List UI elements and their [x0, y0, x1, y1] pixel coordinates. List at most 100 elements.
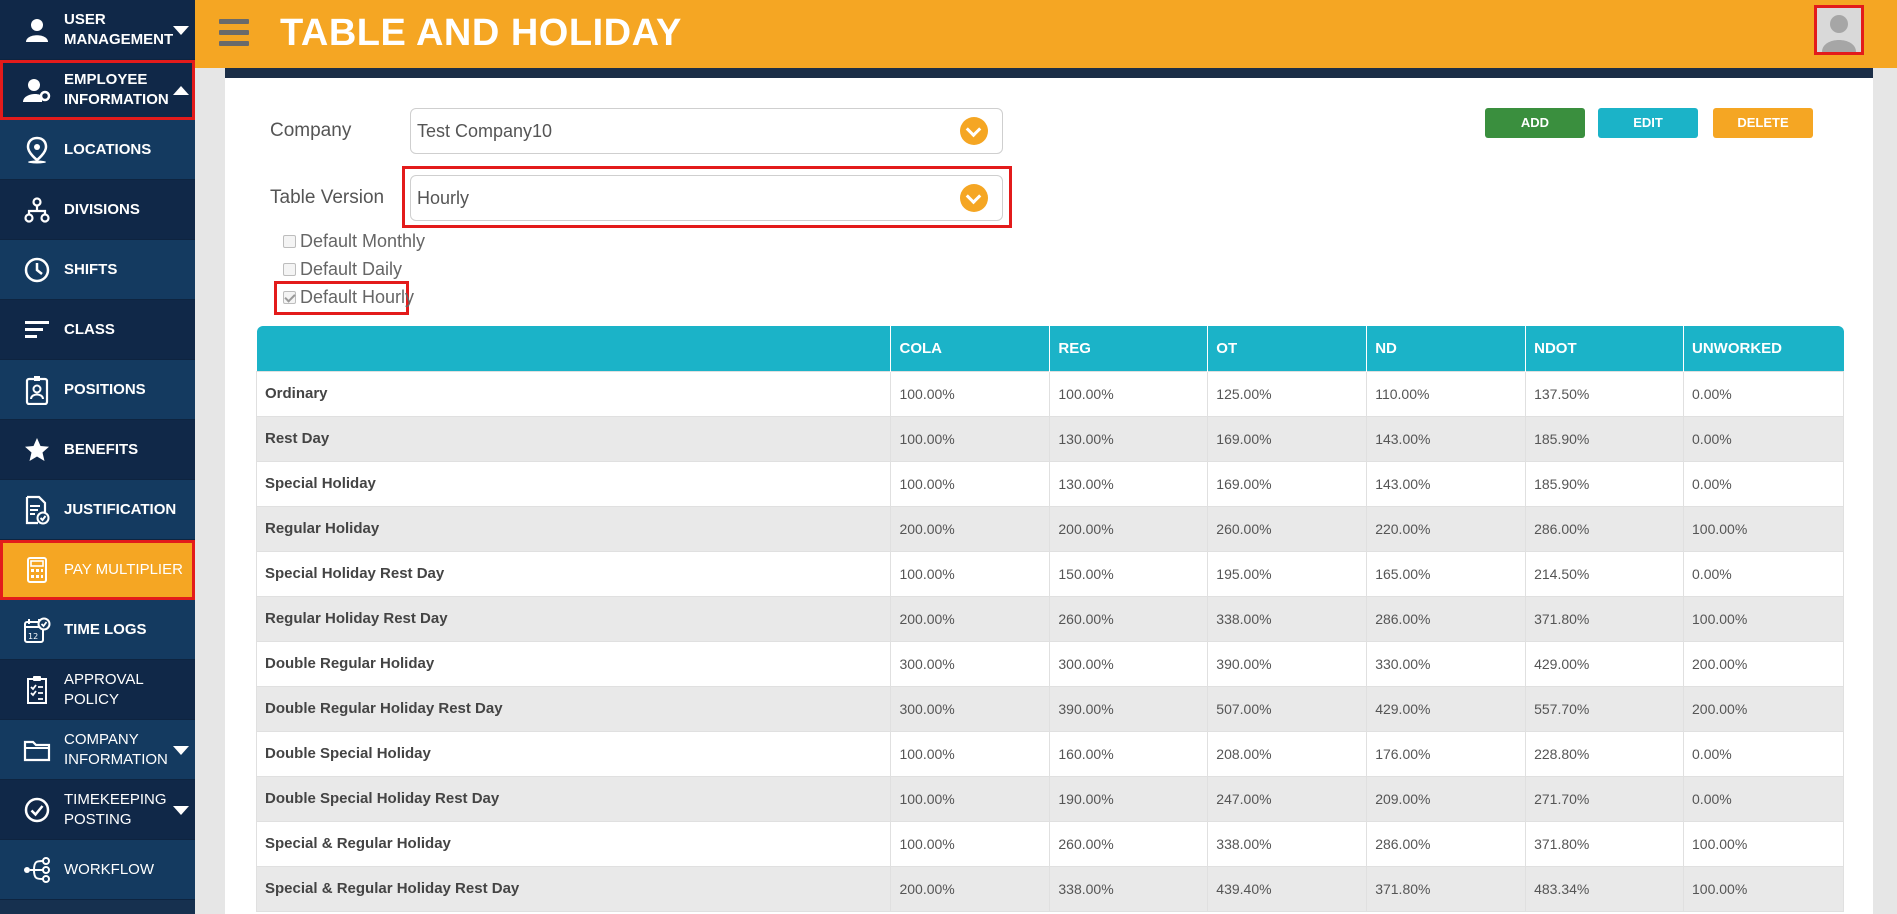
sidebar-item-benefits[interactable]: BENEFITS — [0, 420, 195, 480]
table-row[interactable]: Rest Day 100.00% 130.00% 169.00% 143.00% 185.… — [255, 415, 1844, 462]
add-button[interactable]: ADD — [1485, 108, 1585, 138]
sidebar-item-label: TIMEKEEPING POSTING — [64, 790, 167, 828]
sidebar-item-locations[interactable]: LOCATIONS — [0, 120, 195, 180]
default-monthly-checkbox[interactable] — [283, 235, 296, 248]
default-hourly-checkbox-row[interactable]: Default Hourly — [283, 287, 414, 308]
table-header-row: COLA REG OT ND NDOT UNWORKED — [256, 326, 1844, 371]
table-row[interactable]: Special Holiday Rest Day 100.00% 150.00% 19… — [255, 550, 1844, 597]
star-icon — [22, 435, 52, 465]
row-name-cell: Special Holiday Rest Day — [255, 550, 892, 597]
table-cell: 100.00% — [890, 550, 1051, 597]
table-version-select[interactable]: Hourly — [410, 175, 1003, 221]
sidebar-item-shifts[interactable]: SHIFTS — [0, 240, 195, 300]
table-cell: 286.00% — [1366, 820, 1527, 867]
default-daily-checkbox[interactable] — [283, 263, 296, 276]
chevron-down-icon[interactable] — [960, 117, 988, 145]
user-avatar[interactable] — [1814, 5, 1864, 55]
chevron-up-icon — [173, 85, 189, 95]
sidebar-item-workflow[interactable]: WORKFLOW — [0, 840, 195, 900]
table-cell: 429.00% — [1525, 640, 1685, 687]
table-row[interactable]: Double Regular Holiday 300.00% 300.00% 390.… — [255, 640, 1844, 687]
sidebar-item-timekeeping-posting[interactable]: TIMEKEEPING POSTING — [0, 780, 195, 840]
table-cell: 260.00% — [1049, 595, 1209, 642]
table-cell: 143.00% — [1366, 460, 1527, 507]
edit-button[interactable]: EDIT — [1598, 108, 1698, 138]
table-cell: 100.00% — [890, 415, 1051, 462]
sidebar-item-positions[interactable]: POSITIONS — [0, 360, 195, 420]
sidebar-item-label: BENEFITS — [64, 440, 139, 458]
table-row[interactable]: Ordinary 100.00% 100.00% 125.00% 110.00% 137.… — [255, 370, 1844, 417]
table-cell: 160.00% — [1049, 730, 1209, 777]
table-cell: 260.00% — [1049, 820, 1209, 867]
sidebar-item-label: PAY MULTIPLIER — [64, 560, 183, 578]
row-name-cell: Special Holiday — [255, 460, 892, 507]
page-title: TABLE AND HOLIDAY — [280, 12, 682, 54]
table-cell: 200.00% — [1683, 640, 1844, 687]
table-cell: 100.00% — [890, 460, 1051, 507]
sidebar-item-label: JUSTIFICATION — [64, 500, 177, 518]
default-hourly-label: Default Hourly — [300, 287, 415, 307]
sidebar-item-divisions[interactable]: DIVISIONS — [0, 180, 195, 240]
table-cell: 209.00% — [1366, 775, 1527, 822]
table-cell: 130.00% — [1049, 460, 1209, 507]
sidebar-item-user-management[interactable]: USER MANAGEMENT — [0, 0, 195, 60]
sidebar-item-time-logs[interactable]: 12 TIME LOGS — [0, 600, 195, 660]
hierarchy-icon — [22, 195, 52, 225]
table-cell: 100.00% — [1683, 595, 1844, 642]
default-monthly-checkbox-row[interactable]: Default Monthly — [283, 231, 425, 252]
table-row[interactable]: Special Holiday 100.00% 130.00% 169.00% 143.… — [255, 460, 1844, 507]
hamburger-menu-icon[interactable] — [219, 19, 249, 47]
sidebar-item-label: WORKFLOW — [64, 860, 154, 878]
table-row[interactable]: Special & Regular Holiday Rest Day 200.00… — [255, 865, 1844, 912]
table-cell: 208.00% — [1207, 730, 1368, 777]
sidebar-item-label: APPROVAL POLICY — [64, 670, 144, 708]
table-cell: 214.50% — [1525, 550, 1685, 597]
clock-icon — [22, 255, 52, 285]
check-circle-icon — [22, 795, 52, 825]
table-cell: 0.00% — [1683, 775, 1844, 822]
id-badge-icon — [22, 375, 52, 405]
sidebar-item-company-information[interactable]: COMPANY INFORMATION — [0, 720, 195, 780]
approval-list-icon — [22, 675, 52, 705]
chevron-down-icon — [173, 745, 189, 755]
top-header: TABLE AND HOLIDAY — [195, 0, 1897, 68]
company-select[interactable]: Test Company10 — [410, 108, 1003, 154]
sidebar-item-approval-policy[interactable]: APPROVAL POLICY — [0, 660, 195, 720]
column-header-ndot: NDOT — [1525, 326, 1685, 371]
table-cell: 200.00% — [1683, 685, 1844, 732]
table-row[interactable]: Double Special Holiday Rest Day 100.00% 19… — [255, 775, 1844, 822]
row-name-cell: Double Regular Holiday — [255, 640, 892, 687]
table-cell: 185.90% — [1525, 415, 1685, 462]
table-row[interactable]: Regular Holiday 200.00% 200.00% 260.00% 220.… — [255, 505, 1844, 552]
row-name-cell: Rest Day — [255, 415, 892, 462]
sidebar-item-employee-information[interactable]: EMPLOYEE INFORMATION — [0, 60, 195, 120]
table-row[interactable]: Regular Holiday Rest Day 200.00% 260.00% 33… — [255, 595, 1844, 642]
table-cell: 228.80% — [1525, 730, 1685, 777]
sidebar-item-label: SHIFTS — [64, 260, 118, 278]
table-version-select-value: Hourly — [417, 188, 470, 208]
table-row[interactable]: Special & Regular Holiday 100.00% 260.00% 3… — [255, 820, 1844, 867]
svg-text:12: 12 — [28, 632, 38, 641]
table-cell: 100.00% — [890, 730, 1051, 777]
table-cell: 0.00% — [1683, 415, 1844, 462]
sidebar-item-class[interactable]: CLASS — [0, 300, 195, 360]
table-cell: 300.00% — [890, 640, 1051, 687]
row-name-cell: Double Special Holiday — [255, 730, 892, 777]
sidebar-item-label: TIME LOGS — [64, 620, 147, 638]
chevron-down-icon[interactable] — [960, 184, 988, 212]
default-monthly-label: Default Monthly — [300, 231, 426, 251]
default-hourly-checkbox[interactable] — [283, 291, 296, 304]
sidebar-item-pay-multiplier[interactable]: PAY MULTIPLIER — [0, 540, 195, 600]
column-header-reg: REG — [1049, 326, 1209, 371]
table-row[interactable]: Double Regular Holiday Rest Day 300.00% 39… — [255, 685, 1844, 732]
table-cell: 143.00% — [1366, 415, 1527, 462]
table-cell: 338.00% — [1207, 820, 1368, 867]
table-cell: 260.00% — [1207, 505, 1368, 552]
delete-button[interactable]: DELETE — [1713, 108, 1813, 138]
avatar-icon — [1817, 8, 1861, 52]
sidebar-item-justification[interactable]: JUSTIFICATION — [0, 480, 195, 540]
column-header-nd: ND — [1366, 326, 1527, 371]
table-row[interactable]: Double Special Holiday 100.00% 160.00% 208.… — [255, 730, 1844, 777]
default-daily-checkbox-row[interactable]: Default Daily — [283, 259, 402, 280]
lines-icon — [22, 315, 52, 345]
